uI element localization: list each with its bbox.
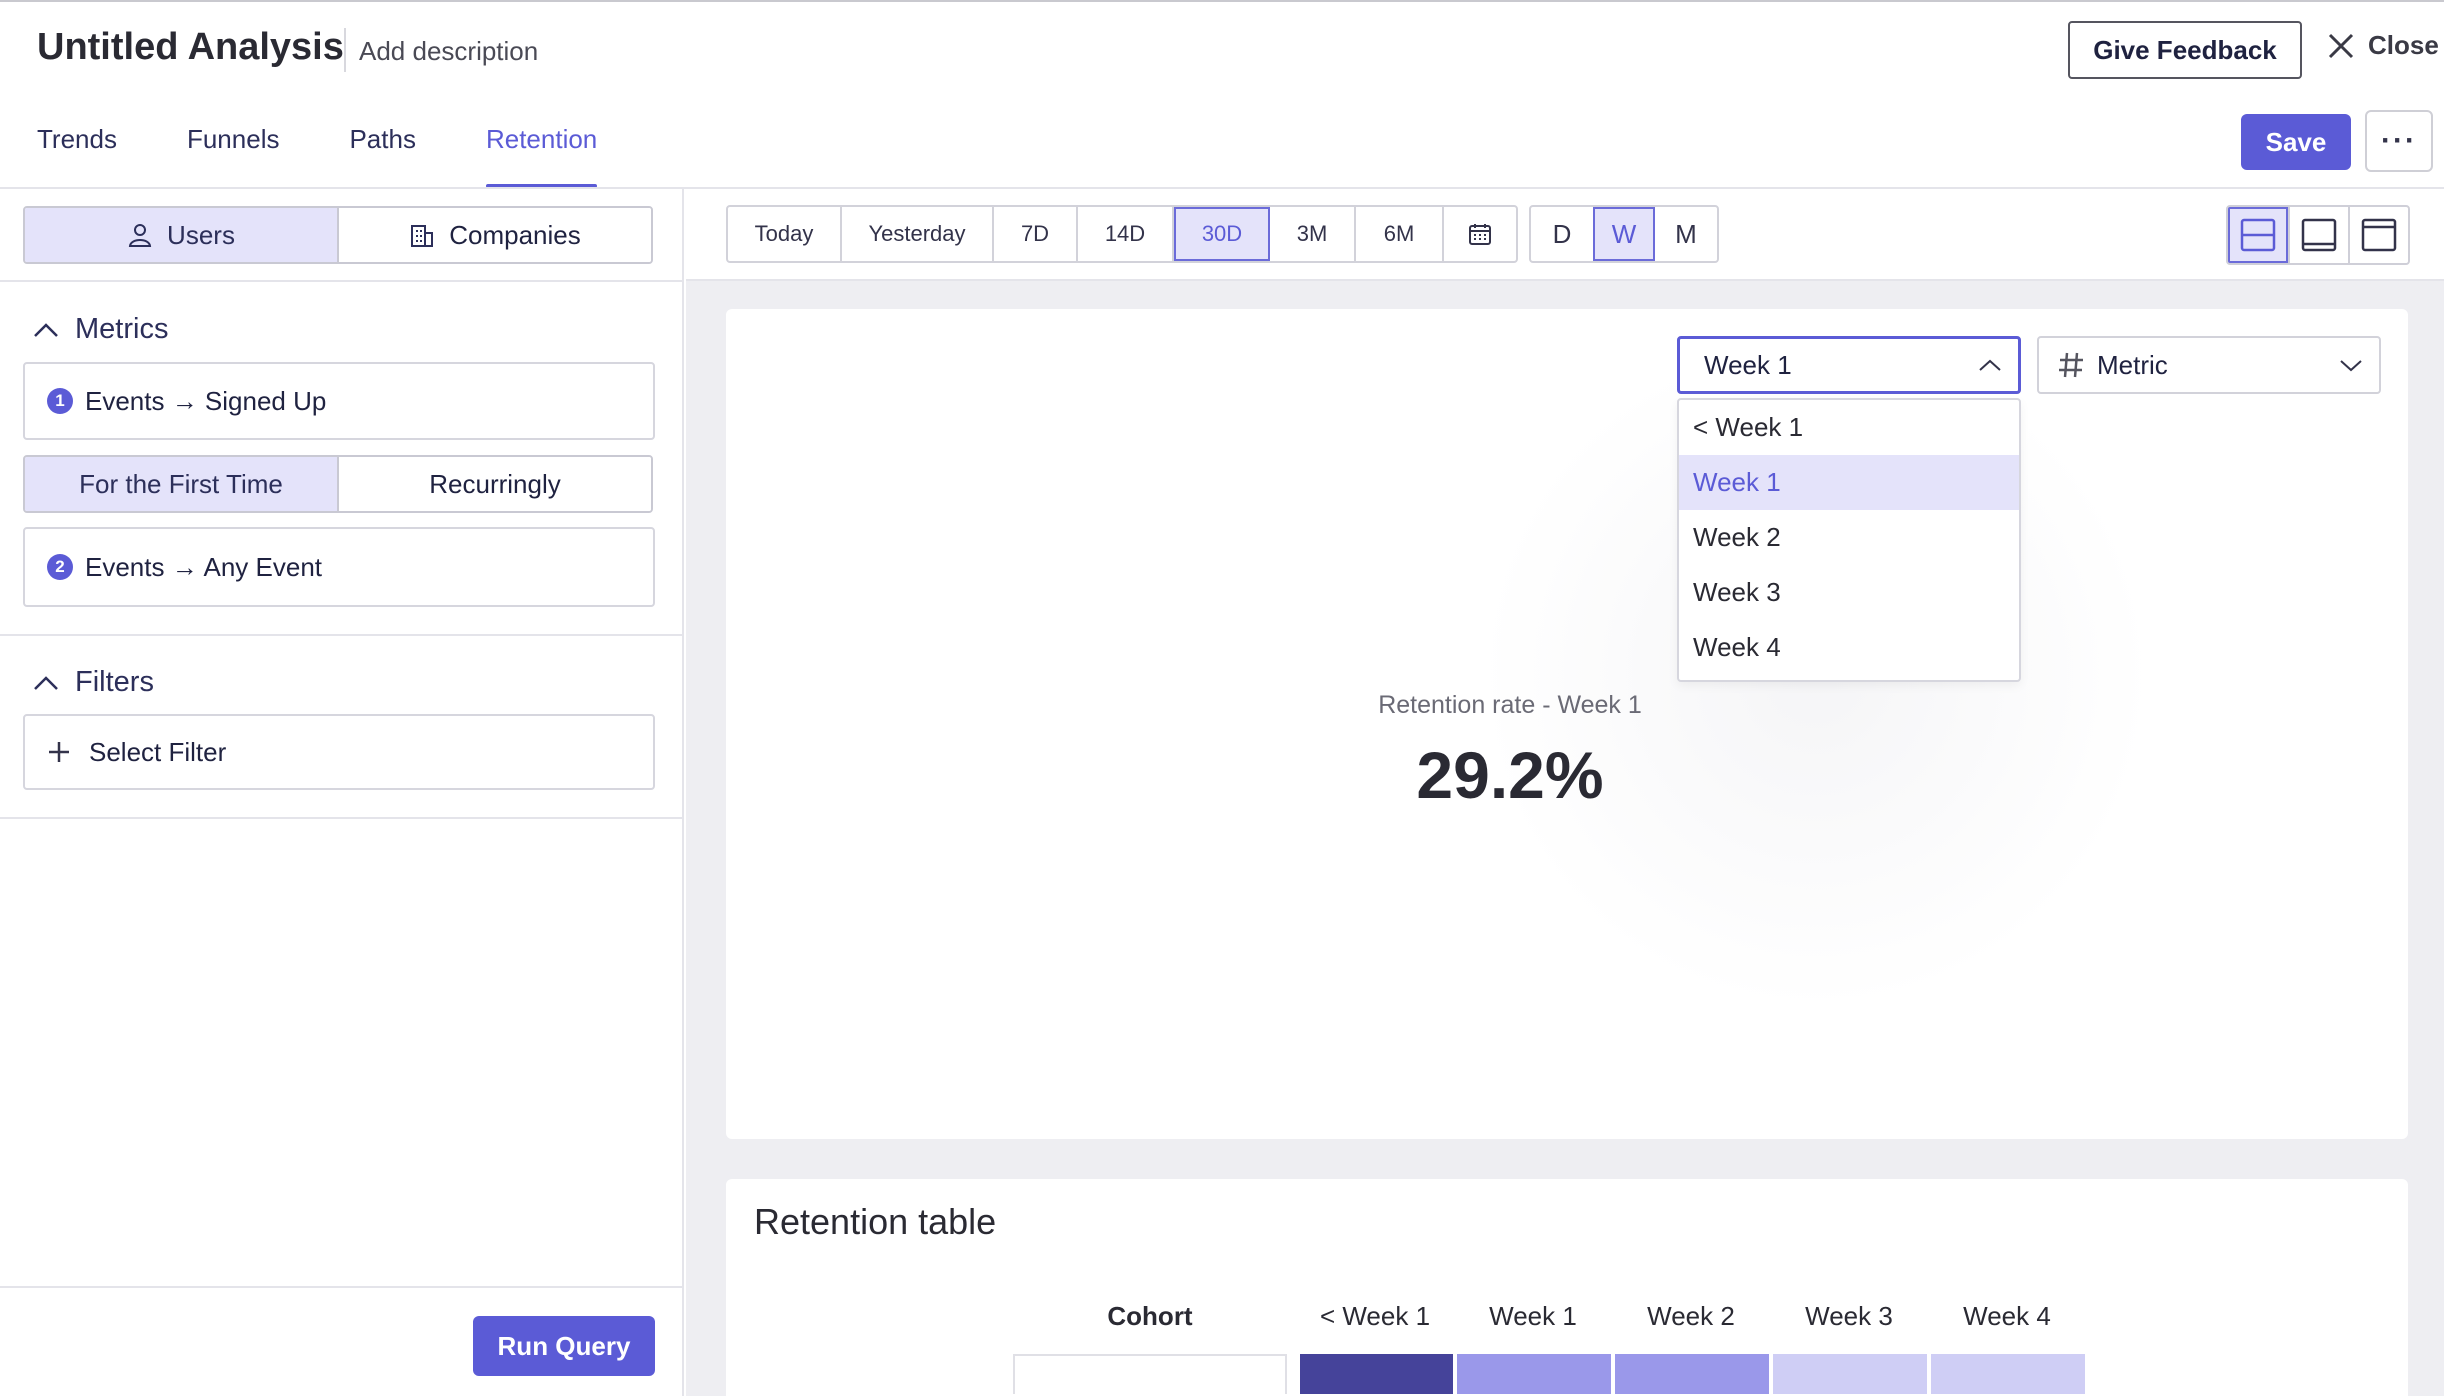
calendar-icon (1469, 224, 1491, 245)
hash-icon (2059, 352, 2083, 378)
user-icon (128, 224, 152, 247)
metrics-heading: Metrics (75, 313, 169, 345)
cohort-cell (1013, 1354, 1287, 1394)
analysis-tabs: Trends Funnels Paths Retention (37, 120, 667, 188)
retention-rate-label: Retention rate - Week 1 (1378, 691, 1642, 719)
week-option-selected[interactable]: Week 1 (1679, 455, 2019, 510)
divider (0, 280, 684, 282)
chevron-up-icon (34, 322, 58, 337)
retention-rate-value: 29.2% (1416, 738, 1604, 812)
week-select[interactable]: Week 1 (1677, 336, 2021, 394)
add-description[interactable]: Add description (359, 36, 538, 67)
layout-top-button[interactable] (2348, 207, 2408, 263)
heatmap-cell (1773, 1354, 1927, 1394)
retention-table-title: Retention table (754, 1201, 997, 1242)
column-header: < Week 1 (1319, 1301, 1431, 1331)
companies-toggle[interactable]: Companies (337, 208, 651, 262)
date-range-selector: Today Yesterday 7D 14D 30D 3M 6M (726, 205, 1518, 263)
retention-chart-panel: Week 1 Metric < Week 1 Week 1 Week 2 Wee… (726, 309, 2408, 1139)
layout-bottom-button[interactable] (2288, 207, 2348, 263)
column-header: Week 4 (1963, 1301, 2051, 1331)
heatmap-cell (1615, 1354, 1769, 1394)
chevron-up-icon (34, 675, 58, 690)
week-option[interactable]: < Week 1 (1679, 400, 2019, 455)
week-option[interactable]: Week 3 (1679, 565, 2019, 620)
week-dropdown-menu: < Week 1 Week 1 Week 2 Week 3 Week 4 (1677, 398, 2021, 682)
results-toolbar: Today Yesterday 7D 14D 30D 3M 6M D W M (686, 189, 2444, 281)
plus-icon (49, 742, 69, 762)
filters-heading: Filters (75, 666, 154, 698)
layout-bottom-icon (2301, 218, 2337, 252)
users-toggle[interactable]: Users (25, 208, 339, 262)
divider (0, 817, 684, 819)
tab-paths[interactable]: Paths (349, 120, 416, 188)
metric-select-value: Metric (2097, 349, 2168, 380)
first-time-toggle[interactable]: For the First Time (25, 457, 339, 511)
heatmap-cell (1300, 1354, 1453, 1394)
metric-card-1[interactable]: 1 Events → Signed Up (23, 362, 655, 440)
companies-label: Companies (449, 219, 581, 250)
more-icon: ··· (2381, 124, 2417, 157)
metrics-section-toggle[interactable]: Metrics (33, 313, 168, 346)
week-select-value: Week 1 (1704, 349, 1792, 380)
granularity-selector: D W M (1529, 205, 1719, 263)
filters-section-toggle[interactable]: Filters (33, 666, 154, 699)
granularity-month[interactable]: M (1655, 207, 1717, 261)
range-7d[interactable]: 7D (994, 207, 1078, 261)
frequency-toggle: For the First Time Recurringly (23, 455, 653, 513)
range-6m[interactable]: 6M (1356, 207, 1444, 261)
custom-date-button[interactable] (1444, 207, 1516, 261)
results-area: Today Yesterday 7D 14D 30D 3M 6M D W M W… (686, 189, 2444, 1396)
range-today[interactable]: Today (728, 207, 842, 261)
metric-label: Events → Signed Up (85, 385, 327, 416)
tab-retention[interactable]: Retention (485, 120, 598, 188)
heatmap-cell (1931, 1354, 2085, 1394)
users-label: Users (167, 219, 235, 250)
layout-split-button[interactable] (2228, 207, 2288, 263)
title-divider (344, 28, 346, 72)
close-label: Close (2368, 30, 2439, 60)
metric-card-2[interactable]: 2 Events → Any Event (23, 527, 655, 607)
divider (0, 634, 684, 636)
column-header-cohort: Cohort (1107, 1301, 1193, 1331)
range-14d[interactable]: 14D (1078, 207, 1174, 261)
week-option[interactable]: Week 2 (1679, 510, 2019, 565)
close-icon (2328, 33, 2354, 58)
range-3m[interactable]: 3M (1270, 207, 1356, 261)
range-yesterday[interactable]: Yesterday (842, 207, 994, 261)
tab-funnels[interactable]: Funnels (187, 120, 280, 188)
metric-number-badge: 2 (47, 554, 73, 580)
layout-top-icon (2361, 218, 2397, 252)
query-sidebar: Users Companies Metrics 1 Events → Signe… (0, 189, 684, 1396)
week-option[interactable]: Week 4 (1679, 620, 2019, 675)
granularity-day[interactable]: D (1531, 207, 1593, 261)
tab-trends[interactable]: Trends (37, 120, 117, 188)
save-button[interactable]: Save (2241, 114, 2351, 170)
page-title[interactable]: Untitled Analysis (37, 26, 344, 69)
heatmap-cell (1457, 1354, 1611, 1394)
run-query-button[interactable]: Run Query (473, 1316, 655, 1376)
give-feedback-button[interactable]: Give Feedback (2068, 21, 2302, 79)
metric-number-badge: 1 (47, 388, 73, 414)
retention-table-panel: Retention table Cohort < Week 1 Week 1 W… (726, 1179, 2408, 1396)
select-filter-button[interactable]: Select Filter (23, 714, 655, 790)
range-30d[interactable]: 30D (1174, 207, 1270, 261)
layout-selector (2226, 205, 2410, 265)
column-header: Week 1 (1489, 1301, 1577, 1331)
chevron-down-icon (2340, 360, 2362, 372)
recurringly-toggle[interactable]: Recurringly (337, 457, 651, 511)
metric-label: Events → Any Event (85, 551, 323, 582)
select-filter-label: Select Filter (89, 736, 227, 767)
divider (0, 1286, 684, 1288)
entity-toggle: Users Companies (23, 206, 653, 264)
chevron-up-icon (1979, 359, 2001, 371)
granularity-week[interactable]: W (1593, 207, 1655, 261)
column-header: Week 2 (1647, 1301, 1735, 1331)
more-options-button[interactable]: ··· (2365, 110, 2433, 172)
column-header: Week 3 (1805, 1301, 1893, 1331)
metric-select[interactable]: Metric (2037, 336, 2381, 394)
building-icon (411, 225, 434, 247)
layout-split-icon (2240, 218, 2276, 252)
close-button[interactable]: Close (2326, 30, 2439, 61)
